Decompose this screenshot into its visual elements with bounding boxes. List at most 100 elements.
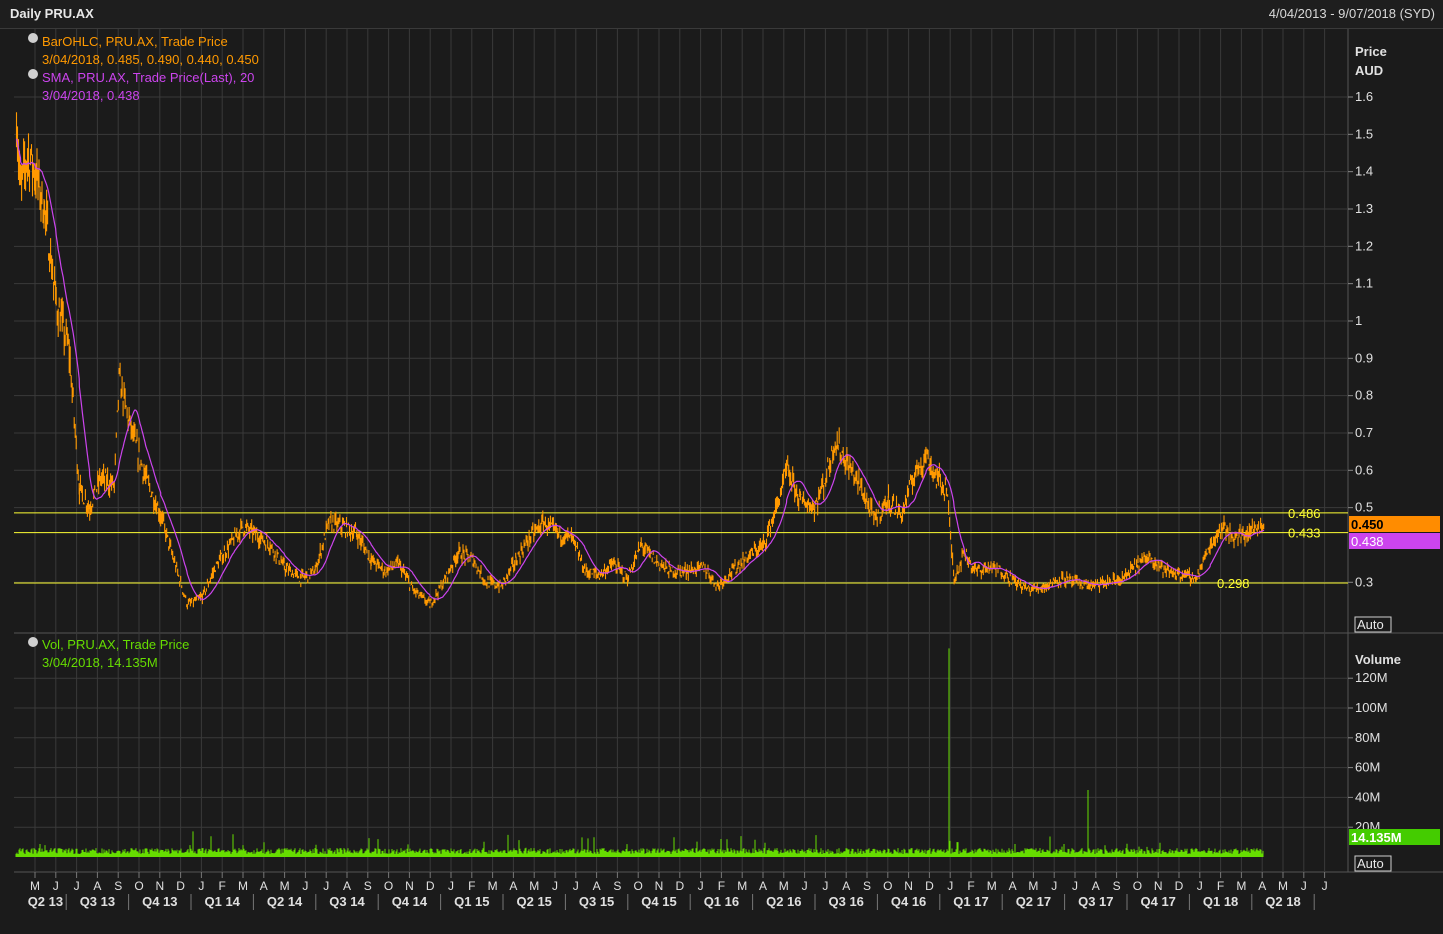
- quarter-label: Q2 17: [1016, 894, 1051, 909]
- price-tick-label: 1.5: [1355, 126, 1373, 141]
- quarter-labels: Q2 13 Q3 13 Q4 13 Q1 14 Q2 14 Q3 14 Q4 14 Q1 15…: [28, 894, 1315, 910]
- month-label: J: [698, 879, 704, 893]
- price-volume-chart: 0.486 0.433 0.298 1.6 1.5 1.4 1.3 1.2 1.1 1 0.9 0.…: [14, 29, 1443, 910]
- month-label: D: [1175, 879, 1184, 893]
- month-label: J: [448, 879, 454, 893]
- month-label: A: [759, 879, 767, 893]
- month-label: M: [280, 879, 290, 893]
- price-auto-label: Auto: [1357, 617, 1384, 632]
- month-label: J: [323, 879, 329, 893]
- month-label: N: [1154, 879, 1163, 893]
- month-label: M: [737, 879, 747, 893]
- month-label: F: [1217, 879, 1224, 893]
- month-label: J: [1072, 879, 1078, 893]
- month-label: D: [426, 879, 435, 893]
- month-label: S: [863, 879, 871, 893]
- month-label: O: [384, 879, 393, 893]
- month-label: D: [675, 879, 684, 893]
- month-label: A: [593, 879, 601, 893]
- month-label: F: [967, 879, 974, 893]
- volume-auto-label: Auto: [1357, 856, 1384, 871]
- month-labels: MJJASONDJFMAMJJASONDJFMAMJJASONDJFMAMJJA…: [30, 872, 1328, 893]
- month-label: M: [1236, 879, 1246, 893]
- quarter-label: Q3 16: [828, 894, 863, 909]
- price-tick-label: 1.1: [1355, 276, 1373, 291]
- legend-toggle-icon[interactable]: [28, 33, 38, 43]
- volume-axis-ticks: 120M100M80M60M40M20M: [1348, 670, 1388, 834]
- sma-legend-values: 3/04/2018, 0.438: [42, 88, 140, 103]
- month-label: O: [134, 879, 143, 893]
- month-label: M: [987, 879, 997, 893]
- month-label: N: [904, 879, 913, 893]
- legend-toggle-icon[interactable]: [28, 637, 38, 647]
- price-axis-ticks: 1.6 1.5 1.4 1.3 1.2 1.1 1 0.9 0.8 0.7 0.6 0.5 0.3: [1348, 89, 1373, 589]
- month-label: S: [613, 879, 621, 893]
- month-label: M: [30, 879, 40, 893]
- volume-auto-scale-button[interactable]: Auto: [1354, 855, 1392, 872]
- price-tick-label: 0.7: [1355, 425, 1373, 440]
- month-label: M: [779, 879, 789, 893]
- price-tick-label: 1.6: [1355, 89, 1373, 104]
- quarter-label: Q1 16: [704, 894, 739, 909]
- ohlc-legend-name: BarOHLC, PRU.AX, Trade Price: [42, 34, 228, 49]
- month-label: J: [552, 879, 558, 893]
- month-label: N: [155, 879, 164, 893]
- month-label: A: [842, 879, 850, 893]
- month-label: S: [364, 879, 372, 893]
- month-label: J: [1197, 879, 1203, 893]
- price-tick-label: 0.9: [1355, 350, 1373, 365]
- quarter-label: Q2 13: [28, 894, 63, 909]
- quarter-label: Q4 15: [641, 894, 676, 909]
- month-label: A: [1092, 879, 1100, 893]
- month-label: D: [176, 879, 185, 893]
- month-label: F: [718, 879, 725, 893]
- volume-tick-label: 120M: [1355, 670, 1388, 685]
- price-tick-label: 0.6: [1355, 462, 1373, 477]
- sma-legend-name: SMA, PRU.AX, Trade Price(Last), 20: [42, 70, 254, 85]
- price-tick-label: 1.3: [1355, 201, 1373, 216]
- level-label: 0.298: [1217, 576, 1250, 591]
- legend-toggle-icon[interactable]: [28, 69, 38, 79]
- quarter-label: Q3 15: [579, 894, 614, 909]
- price-auto-scale-button[interactable]: Auto: [1354, 616, 1392, 633]
- price-panel: [14, 29, 1348, 632]
- price-tick-label: 0.8: [1355, 388, 1373, 403]
- vol-legend-name: Vol, PRU.AX, Trade Price: [42, 637, 189, 652]
- month-label: J: [573, 879, 579, 893]
- month-label: J: [802, 879, 808, 893]
- level-label: 0.486: [1288, 506, 1321, 521]
- ohlc-legend-values: 3/04/2018, 0.485, 0.490, 0.440, 0.450: [42, 52, 259, 67]
- month-label: A: [343, 879, 351, 893]
- price-tick-label: 1: [1355, 313, 1362, 328]
- quarter-label: Q3 17: [1078, 894, 1113, 909]
- month-label: M: [488, 879, 498, 893]
- month-label: S: [1113, 879, 1121, 893]
- quarter-label: Q1 14: [204, 894, 240, 909]
- volume-panel: [14, 634, 1348, 872]
- month-label: J: [302, 879, 308, 893]
- month-label: J: [198, 879, 204, 893]
- quarter-label: Q1 18: [1203, 894, 1238, 909]
- volume-tick-label: 40M: [1355, 789, 1380, 804]
- month-label: A: [260, 879, 268, 893]
- month-label: M: [1278, 879, 1288, 893]
- quarter-label: Q4 13: [142, 894, 177, 909]
- vol-legend-values: 3/04/2018, 14.135M: [42, 655, 158, 670]
- month-label: S: [114, 879, 122, 893]
- month-label: A: [509, 879, 517, 893]
- price-axis-title: Price: [1355, 44, 1387, 59]
- quarter-label: Q3 13: [80, 894, 115, 909]
- quarter-label: Q4 14: [392, 894, 428, 909]
- price-tick-label: 0.3: [1355, 574, 1373, 589]
- month-label: M: [1028, 879, 1038, 893]
- last-volume-value: 14.135M: [1351, 830, 1402, 845]
- month-label: A: [93, 879, 101, 893]
- volume-tick-label: 80M: [1355, 730, 1380, 745]
- level-label: 0.433: [1288, 526, 1321, 541]
- month-label: J: [53, 879, 59, 893]
- quarter-label: Q1 15: [454, 894, 489, 909]
- month-label: J: [1322, 879, 1328, 893]
- month-label: J: [74, 879, 80, 893]
- volume-axis-title: Volume: [1355, 652, 1401, 667]
- month-label: A: [1009, 879, 1017, 893]
